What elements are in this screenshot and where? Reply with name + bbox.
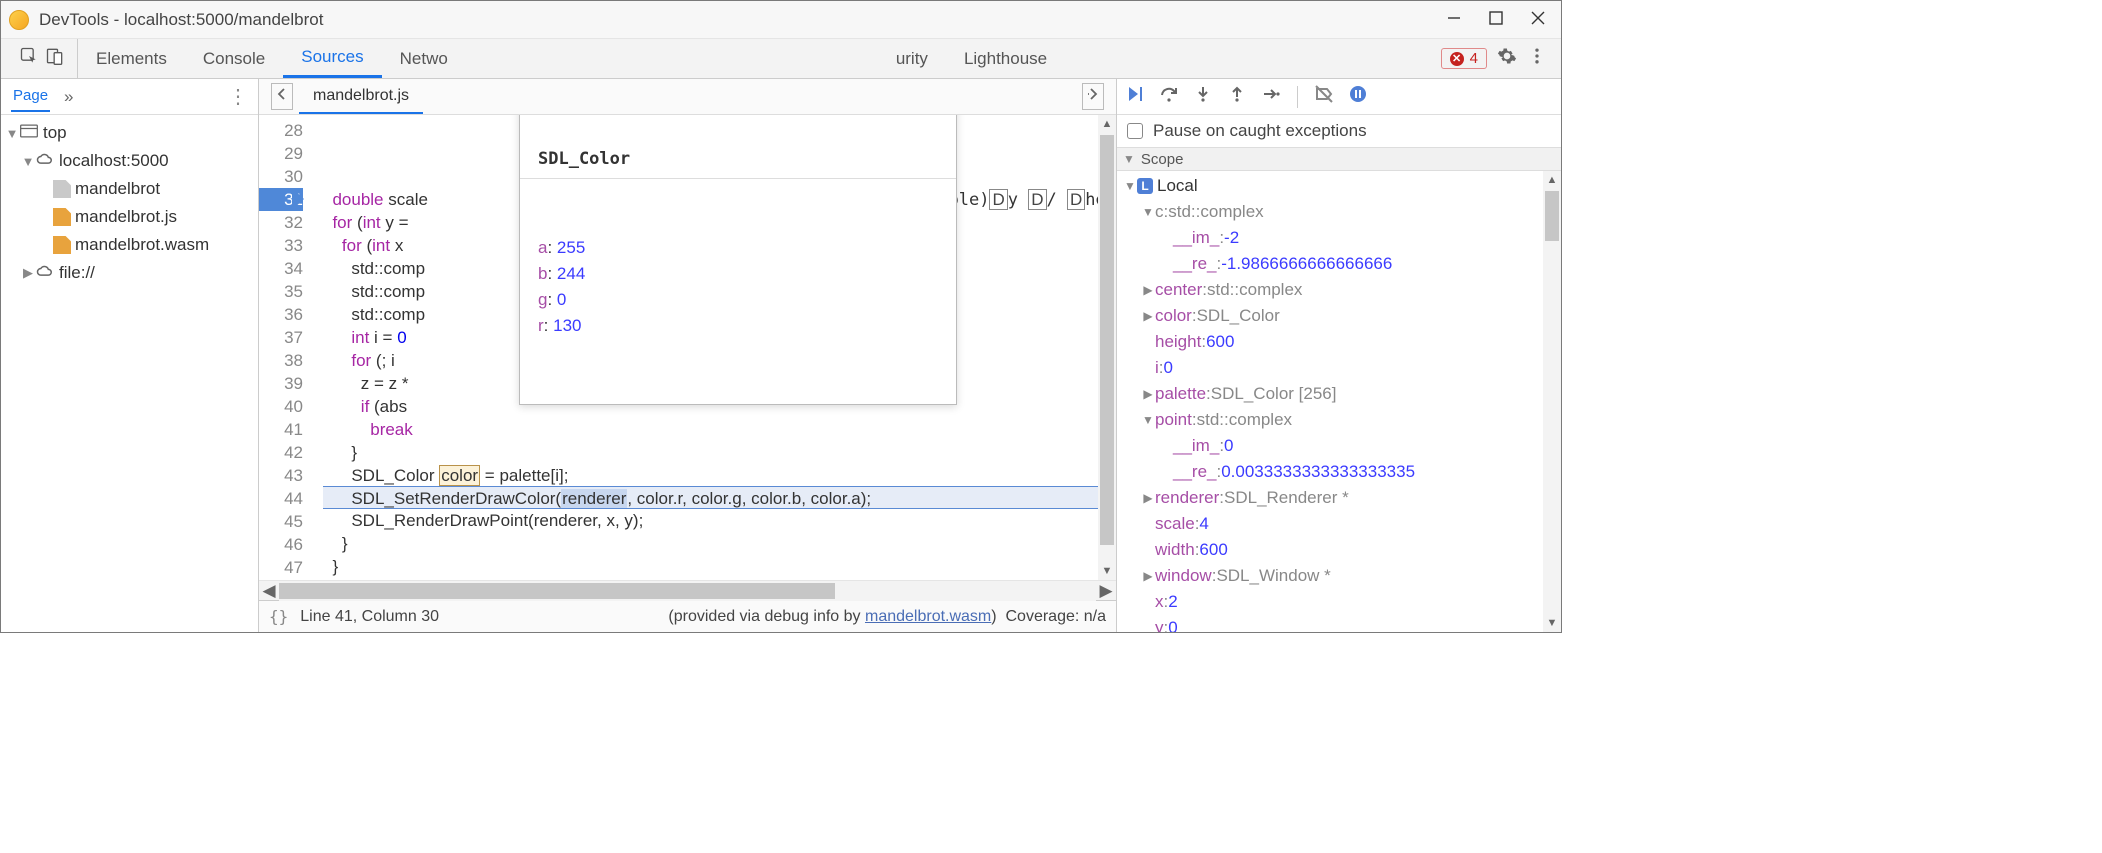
scope-var[interactable]: ▶palette: SDL_Color [256]: [1117, 381, 1561, 407]
scope-var[interactable]: ▶renderer: SDL_Renderer *: [1117, 485, 1561, 511]
tooltip-title: SDL_Color: [520, 140, 956, 179]
scope-var[interactable]: x: 2: [1117, 589, 1561, 615]
scope-var[interactable]: ▶center: std::complex: [1117, 277, 1561, 303]
code-line[interactable]: }: [323, 555, 1116, 578]
status-bar: {} Line 41, Column 30 (provided via debu…: [259, 600, 1116, 632]
coverage-text: Coverage: n/a: [1005, 608, 1106, 625]
navigator-panel: Page » ⋮ ▼top ▼localhost:5000 mandelbrot…: [1, 79, 259, 632]
error-count: 4: [1470, 50, 1478, 67]
debugger-panel: Pause on caught exceptions ▼Scope ▼LLoca…: [1117, 79, 1561, 632]
scope-var[interactable]: width: 600: [1117, 537, 1561, 563]
tab-console[interactable]: Console: [185, 39, 283, 78]
tab-urity[interactable]: urity: [892, 39, 946, 78]
editor-vscrollbar[interactable]: ▲▼: [1098, 115, 1116, 580]
step-icon[interactable]: [1261, 84, 1281, 109]
scope-var[interactable]: scale: 4: [1117, 511, 1561, 537]
tree-host[interactable]: ▼localhost:5000: [1, 147, 258, 175]
main-tabs: ElementsConsoleSourcesNetwo urityLighthou…: [1, 39, 1561, 79]
deactivate-breakpoints-icon[interactable]: [1314, 84, 1334, 109]
pause-caught-label: Pause on caught exceptions: [1153, 121, 1367, 141]
code-line[interactable]: break: [323, 418, 1116, 441]
tree-file-mandelbrot-wasm[interactable]: mandelbrot.wasm: [1, 231, 258, 259]
tab-lighthouse[interactable]: Lighthouse: [946, 39, 1065, 78]
tree-file-scheme[interactable]: ▶file://: [1, 259, 258, 287]
scope-var[interactable]: __im_: 0: [1117, 433, 1561, 459]
scope-header[interactable]: ▼Scope: [1117, 147, 1561, 171]
device-icon[interactable]: [45, 46, 65, 71]
tree-file-mandelbrot[interactable]: mandelbrot: [1, 175, 258, 203]
scope-var[interactable]: ▶window: SDL_Window *: [1117, 563, 1561, 589]
scope-var[interactable]: i: 0: [1117, 355, 1561, 381]
code-line[interactable]: SDL_Color color = palette[i];: [323, 464, 1116, 487]
code-line[interactable]: }: [323, 532, 1116, 555]
navigator-menu-icon[interactable]: ⋮: [228, 84, 248, 109]
scope-var[interactable]: height: 600: [1117, 329, 1561, 355]
tooltip-field: b: 244: [538, 261, 938, 287]
maximize-button[interactable]: [1489, 10, 1503, 30]
pause-caught-checkbox[interactable]: [1127, 123, 1143, 139]
scope-var[interactable]: __re_: 0.0033333333333333335: [1117, 459, 1561, 485]
code-editor[interactable]: 2829303132333435363738394041424344454647…: [259, 115, 1116, 580]
file-tree: ▼top ▼localhost:5000 mandelbrot mandelbr…: [1, 115, 258, 632]
code-line[interactable]: }: [323, 441, 1116, 464]
scope-var[interactable]: __im_: -2: [1117, 225, 1561, 251]
scope-var[interactable]: ▼point: std::complex: [1117, 407, 1561, 433]
cursor-position: Line 41, Column 30: [300, 608, 439, 626]
close-button[interactable]: [1531, 10, 1545, 30]
devtools-window: DevTools - localhost:5000/mandelbrot Ele…: [0, 0, 1562, 633]
page-tab[interactable]: Page: [11, 81, 50, 112]
hover-tooltip: SDL_Color a: 255b: 244g: 0r: 130: [519, 115, 957, 405]
window-title: DevTools - localhost:5000/mandelbrot: [39, 10, 323, 30]
more-icon[interactable]: [1527, 46, 1547, 71]
editor-hscrollbar[interactable]: ◀▶: [259, 580, 1116, 600]
resume-icon[interactable]: [1125, 84, 1145, 109]
scope-local[interactable]: ▼LLocal: [1117, 173, 1561, 199]
titlebar: DevTools - localhost:5000/mandelbrot: [1, 1, 1561, 39]
step-over-icon[interactable]: [1159, 84, 1179, 109]
scope-var[interactable]: ▶color: SDL_Color: [1117, 303, 1561, 329]
devtools-icon: [9, 10, 29, 30]
pause-exceptions-icon[interactable]: [1348, 84, 1368, 109]
nav-history-icon[interactable]: [271, 83, 293, 110]
scope-vscrollbar[interactable]: ▲▼: [1543, 171, 1561, 632]
code-line[interactable]: SDL_SetRenderDrawColor(renderer, color.r…: [323, 486, 1116, 509]
tooltip-field: a: 255: [538, 235, 938, 261]
inspect-icon[interactable]: [19, 46, 39, 71]
editor-tab-mandelbrot-js[interactable]: mandelbrot.js: [299, 79, 423, 114]
settings-icon[interactable]: [1497, 46, 1517, 71]
editor-panel: mandelbrot.js 28293031323334353637383940…: [259, 79, 1117, 632]
more-tabs-icon[interactable]: »: [64, 87, 73, 107]
tab-netwo[interactable]: Netwo: [382, 39, 452, 78]
pause-caught-row[interactable]: Pause on caught exceptions: [1117, 115, 1561, 147]
scope-var[interactable]: ▼c: std::complex: [1117, 199, 1561, 225]
scope-var[interactable]: y: 0: [1117, 615, 1561, 632]
tab-elements[interactable]: Elements: [78, 39, 185, 78]
tree-top[interactable]: ▼top: [1, 119, 258, 147]
error-badge[interactable]: ✕4: [1441, 48, 1487, 69]
tooltip-field: r: 130: [538, 313, 938, 339]
step-out-icon[interactable]: [1227, 84, 1247, 109]
tab-sources[interactable]: Sources: [283, 39, 381, 78]
tooltip-field: g: 0: [538, 287, 938, 313]
minimize-button[interactable]: [1447, 10, 1461, 30]
code-line[interactable]: SDL_RenderDrawPoint(renderer, x, y);: [323, 509, 1116, 532]
debug-source-link[interactable]: mandelbrot.wasm: [865, 608, 991, 625]
scope-var[interactable]: __re_: -1.9866666666666666: [1117, 251, 1561, 277]
nav-more-icon[interactable]: [1082, 83, 1104, 110]
tree-file-mandelbrot-js[interactable]: mandelbrot.js: [1, 203, 258, 231]
step-into-icon[interactable]: [1193, 84, 1213, 109]
